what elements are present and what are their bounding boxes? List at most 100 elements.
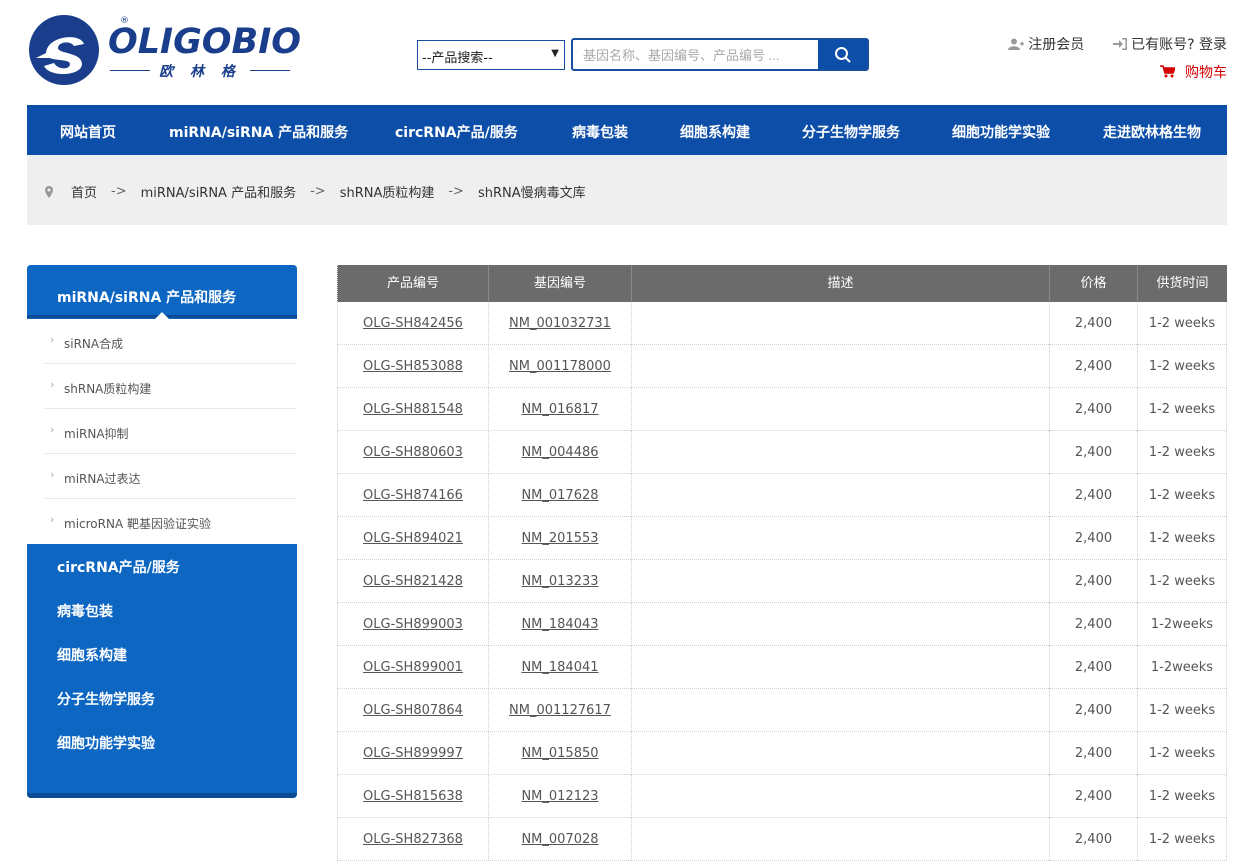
table-cell: 2,400 — [1050, 517, 1138, 560]
price-cell: 2,400 — [1074, 660, 1113, 675]
header-price: 价格 — [1050, 265, 1138, 302]
breadcrumb-mirna-sirna[interactable]: miRNA/siRNA 产品和服务 — [141, 182, 296, 201]
table-row: OLG-SH874166 NM_017628 2,400 1-2 weeks — [337, 474, 1227, 517]
price-cell: 2,400 — [1074, 402, 1113, 417]
logo-icon — [29, 15, 99, 85]
delivery-time-cell: 1-2 weeks — [1148, 316, 1216, 331]
logo-subtitle: 欧 林 格 — [110, 61, 290, 81]
sidebar-item-mirna-target[interactable]: › microRNA 靶基因验证实验 — [44, 499, 297, 544]
sidebar-item-shrna-plasmid[interactable]: › shRNA质粒构建 — [44, 364, 297, 409]
breadcrumb-separator: -> — [310, 184, 326, 199]
nav-item-home[interactable]: 网站首页 — [60, 122, 116, 142]
product-id-link[interactable]: OLG-SH821428 — [363, 574, 463, 589]
table-row: OLG-SH815638 NM_012123 2,400 1-2 weeks — [337, 775, 1227, 818]
delivery-time-cell: 1-2 weeks — [1148, 789, 1216, 804]
table-cell — [632, 474, 1050, 517]
register-link[interactable]: 注册会员 — [1007, 34, 1084, 54]
price-cell: 2,400 — [1074, 617, 1113, 632]
breadcrumb-home[interactable]: 首页 — [71, 182, 97, 201]
gene-id-link[interactable]: NM_007028 — [521, 832, 598, 847]
delivery-time-cell: 1-2 weeks — [1148, 488, 1216, 503]
nav-item-circrna[interactable]: circRNA产品/服务 — [395, 122, 518, 142]
sidebar-item-molecular-biology[interactable]: 分子生物学服务 — [57, 689, 155, 709]
table-header: 产品编号 基因编号 描述 价格 供货时间 — [337, 265, 1227, 302]
sidebar-item-virus-packaging[interactable]: 病毒包装 — [57, 601, 113, 621]
gene-id-link[interactable]: NM_015850 — [521, 746, 598, 761]
gene-id-link[interactable]: NM_004486 — [521, 445, 598, 460]
site-logo[interactable]: ® OLIGOBIO 欧 林 格 — [28, 14, 301, 90]
login-link[interactable]: 已有账号? 登录 — [1112, 34, 1227, 54]
header-delivery: 供货时间 — [1156, 276, 1209, 291]
table-row: OLG-SH899003 NM_184043 2,400 1-2weeks — [337, 603, 1227, 646]
product-id-link[interactable]: OLG-SH807864 — [363, 703, 463, 718]
gene-id-link[interactable]: NM_016817 — [521, 402, 598, 417]
product-id-link[interactable]: OLG-SH899001 — [363, 660, 463, 675]
product-id-link[interactable]: OLG-SH881548 — [363, 402, 463, 417]
product-id-link[interactable]: OLG-SH853088 — [363, 359, 463, 374]
gene-id-link[interactable]: NM_001032731 — [509, 316, 611, 331]
table-cell: 2,400 — [1050, 560, 1138, 603]
sidebar-item-mirna-overexpress[interactable]: › miRNA过表达 — [44, 454, 297, 499]
table-cell — [632, 603, 1050, 646]
nav-item-about[interactable]: 走进欧林格生物 — [1103, 122, 1201, 142]
sidebar-item-mirna-inhibit[interactable]: › miRNA抑制 — [44, 409, 297, 454]
nav-item-virus-packaging[interactable]: 病毒包装 — [572, 122, 628, 142]
gene-id-link[interactable]: NM_184043 — [521, 617, 598, 632]
product-id-link[interactable]: OLG-SH827368 — [363, 832, 463, 847]
header-gene-id: 基因编号 — [489, 265, 632, 302]
search-category-select[interactable]: --产品搜索-- ▼ — [417, 40, 565, 70]
product-id-link[interactable]: OLG-SH842456 — [363, 316, 463, 331]
table-cell: NM_004486 — [489, 431, 632, 474]
table-cell: 1-2 weeks — [1138, 818, 1227, 861]
product-table: 产品编号 基因编号 描述 价格 供货时间 OLG-SH842456 NM_0010… — [337, 265, 1227, 861]
breadcrumb-shrna-plasmid[interactable]: shRNA质粒构建 — [340, 182, 435, 201]
table-cell: 1-2 weeks — [1138, 689, 1227, 732]
sidebar-active-label: miRNA/siRNA 产品和服务 — [57, 290, 237, 306]
product-id-link[interactable]: OLG-SH899003 — [363, 617, 463, 632]
gene-id-link[interactable]: NM_201553 — [521, 531, 598, 546]
product-id-link[interactable]: OLG-SH874166 — [363, 488, 463, 503]
search-button[interactable] — [818, 40, 867, 69]
cart-link[interactable]: 购物车 — [1159, 62, 1227, 82]
product-id-link[interactable]: OLG-SH815638 — [363, 789, 463, 804]
nav-item-cell-line[interactable]: 细胞系构建 — [680, 122, 750, 142]
table-cell: 1-2 weeks — [1138, 775, 1227, 818]
sidebar-item-cell-line[interactable]: 细胞系构建 — [57, 645, 127, 665]
table-cell — [632, 431, 1050, 474]
table-cell: 1-2 weeks — [1138, 560, 1227, 603]
sidebar-active-section[interactable]: miRNA/siRNA 产品和服务 — [27, 265, 297, 318]
table-cell — [632, 345, 1050, 388]
cart-label: 购物车 — [1185, 65, 1227, 81]
nav-item-molecular-biology[interactable]: 分子生物学服务 — [802, 122, 900, 142]
gene-id-link[interactable]: NM_001127617 — [509, 703, 611, 718]
sidebar-item-sirna-synthesis[interactable]: › siRNA合成 — [44, 319, 297, 364]
table-row: OLG-SH842456 NM_001032731 2,400 1-2 weeks — [337, 302, 1227, 345]
product-id-link[interactable]: OLG-SH899997 — [363, 746, 463, 761]
table-cell — [632, 646, 1050, 689]
price-cell: 2,400 — [1074, 832, 1113, 847]
table-cell: 2,400 — [1050, 603, 1138, 646]
nav-item-cell-function[interactable]: 细胞功能学实验 — [952, 122, 1050, 142]
product-id-link[interactable]: OLG-SH880603 — [363, 445, 463, 460]
sidebar-item-label: microRNA 靶基因验证实验 — [64, 517, 211, 531]
nav-item-mirna-sirna[interactable]: miRNA/siRNA 产品和服务 — [169, 122, 348, 142]
search-input[interactable] — [583, 45, 813, 65]
breadcrumb: 首页 -> miRNA/siRNA 产品和服务 -> shRNA质粒构建 -> … — [27, 155, 1227, 225]
breadcrumb-separator: -> — [448, 184, 464, 199]
table-cell: OLG-SH842456 — [337, 302, 489, 345]
gene-id-link[interactable]: NM_013233 — [521, 574, 598, 589]
delivery-time-cell: 1-2 weeks — [1148, 832, 1216, 847]
gene-id-link[interactable]: NM_184041 — [521, 660, 598, 675]
sidebar-item-circrna[interactable]: circRNA产品/服务 — [57, 557, 180, 577]
table-cell: 2,400 — [1050, 818, 1138, 861]
gene-id-link[interactable]: NM_017628 — [521, 488, 598, 503]
table-cell: OLG-SH827368 — [337, 818, 489, 861]
product-id-link[interactable]: OLG-SH894021 — [363, 531, 463, 546]
table-cell: NM_184043 — [489, 603, 632, 646]
table-cell: 2,400 — [1050, 345, 1138, 388]
price-cell: 2,400 — [1074, 316, 1113, 331]
gene-id-link[interactable]: NM_012123 — [521, 789, 598, 804]
gene-id-link[interactable]: NM_001178000 — [509, 359, 611, 374]
sidebar-item-cell-function[interactable]: 细胞功能学实验 — [57, 733, 155, 753]
chevron-right-icon: › — [50, 423, 55, 436]
